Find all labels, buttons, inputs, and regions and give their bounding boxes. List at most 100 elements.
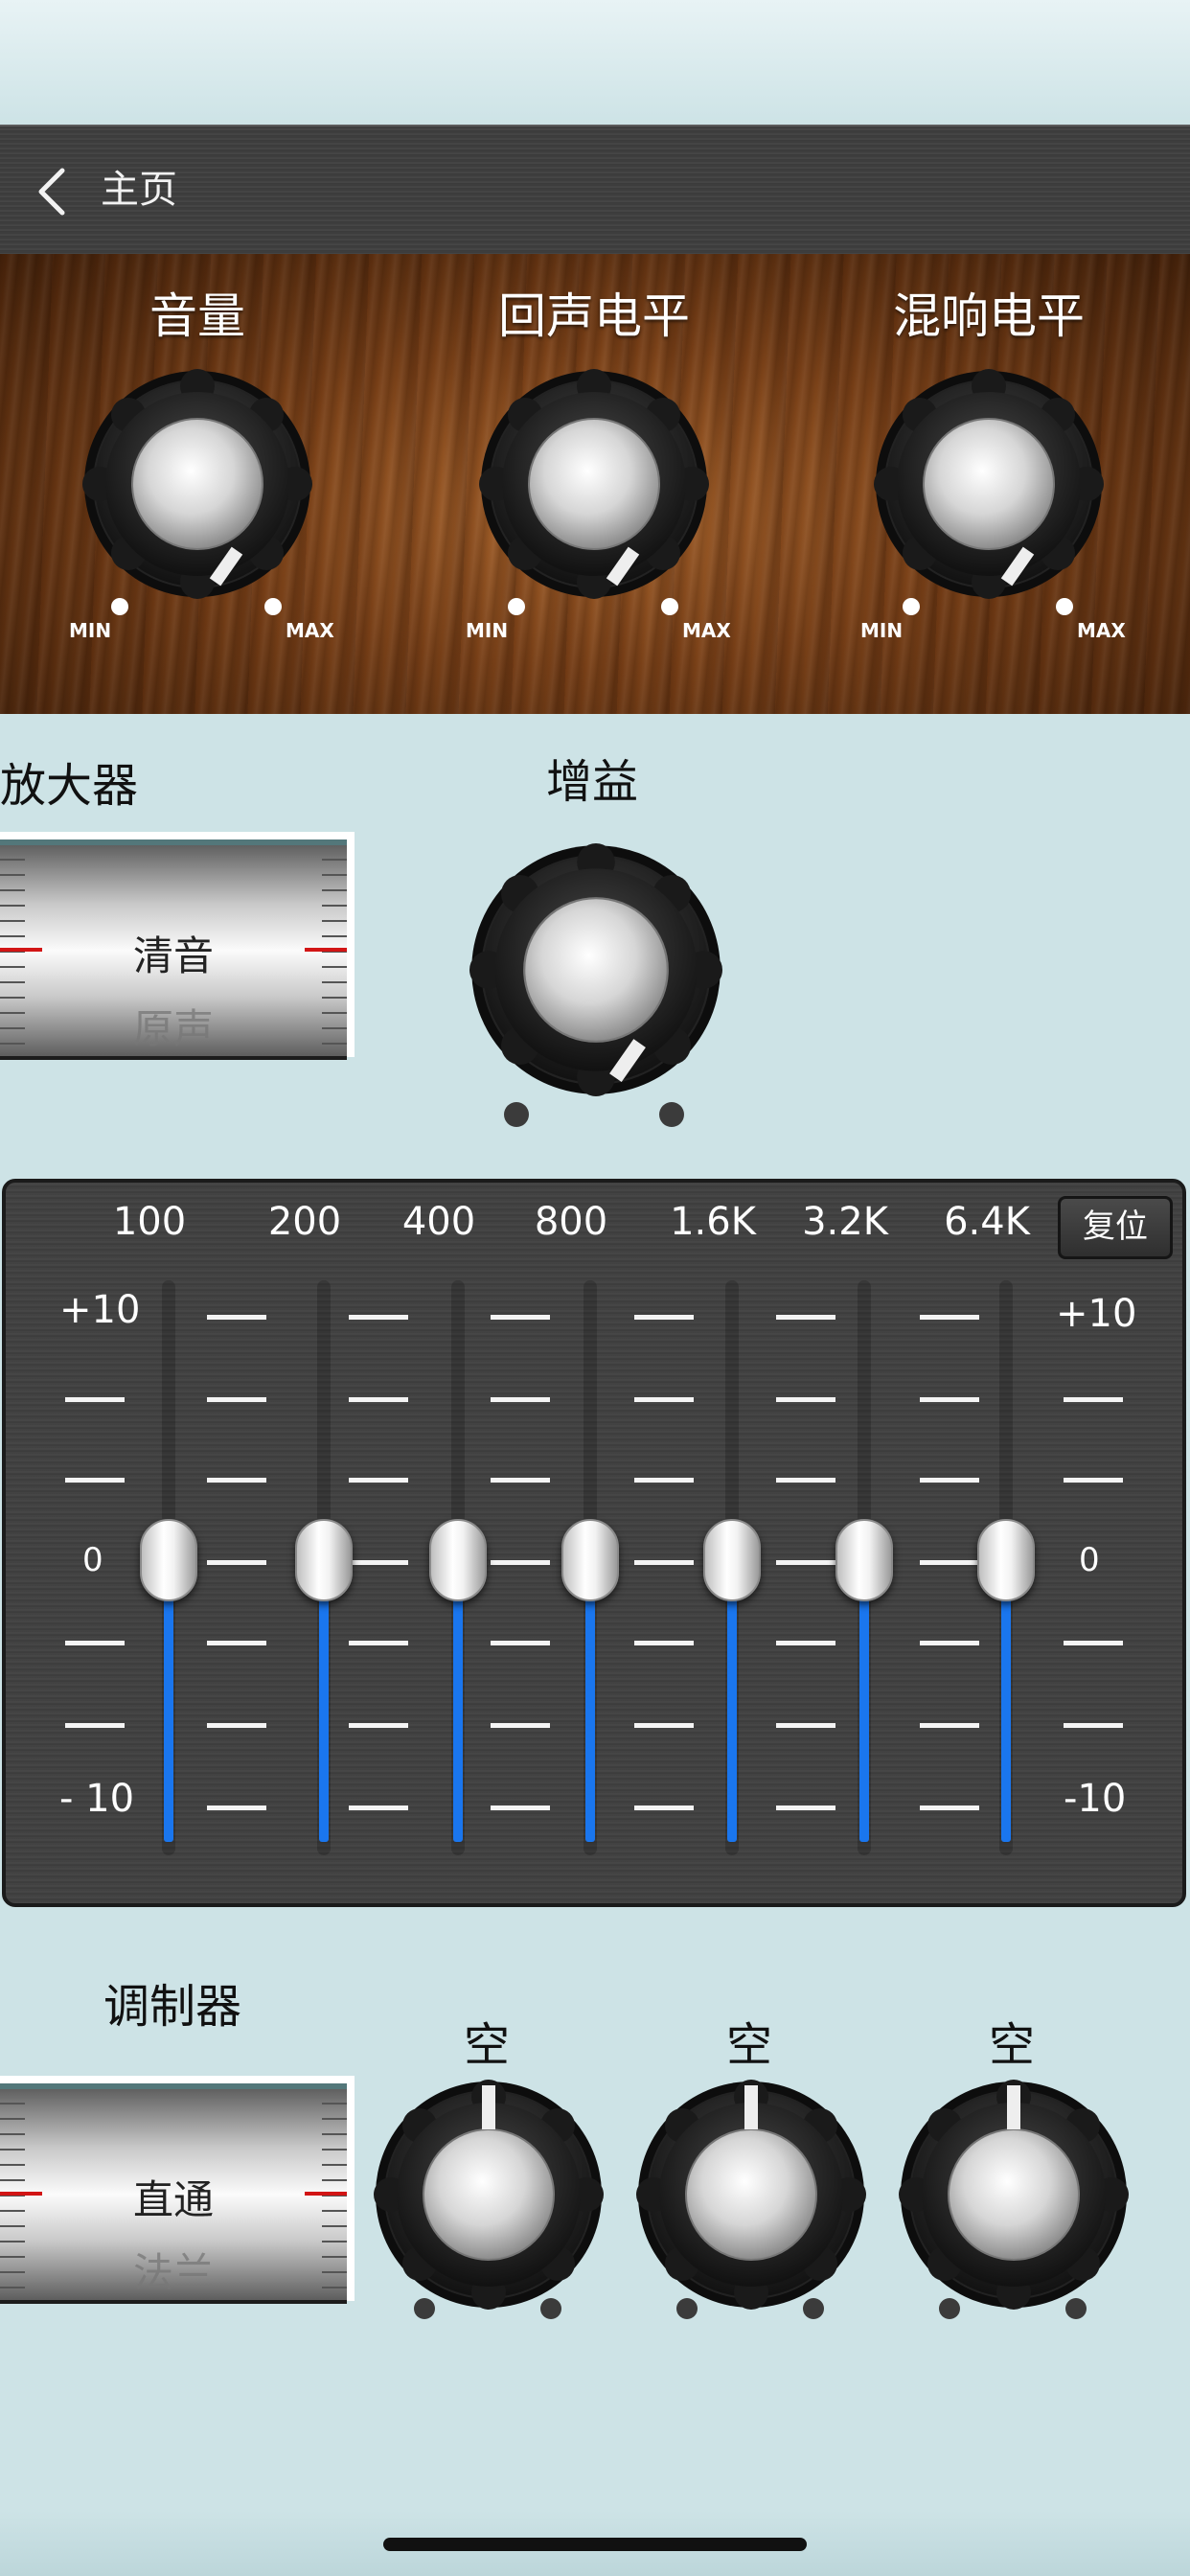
eq-tick-mark xyxy=(920,1478,979,1483)
amplifier-next-value: 原声 xyxy=(132,1005,214,1052)
eq-tick-mark xyxy=(349,1397,408,1402)
eq-scale-mid-right: 0 xyxy=(1079,1541,1100,1579)
eq-tick-mark xyxy=(634,1641,694,1645)
navigation-bar xyxy=(0,125,1190,258)
eq-slider-handle[interactable] xyxy=(835,1519,893,1601)
eq-tick-mark xyxy=(491,1397,550,1402)
eq-tick-mark xyxy=(1064,1478,1123,1483)
eq-tick-mark xyxy=(207,1478,266,1483)
eq-slider-handle[interactable] xyxy=(429,1519,487,1601)
mod-knob-2-min-dot xyxy=(676,2298,698,2319)
eq-slider-fill xyxy=(727,1560,737,1842)
amplifier-label: 放大器 xyxy=(0,759,139,813)
gain-min-dot xyxy=(504,1102,529,1127)
mod-knob-3-min-dot xyxy=(939,2298,960,2319)
reverb-level-knob[interactable] xyxy=(874,369,1104,599)
reverb-min-label: MIN xyxy=(860,619,904,642)
eq-tick-mark xyxy=(349,1560,408,1565)
gain-label: 增益 xyxy=(546,755,639,809)
eq-freq-label: 200 xyxy=(267,1200,342,1244)
eq-freq-label: 6.4K xyxy=(944,1200,1030,1244)
eq-tick-mark xyxy=(634,1723,694,1728)
modulator-label: 调制器 xyxy=(103,1980,242,2034)
eq-slider-handle[interactable] xyxy=(140,1519,197,1601)
eq-scale-top-left: +10 xyxy=(59,1288,141,1332)
mod-knob-3-label: 空 xyxy=(989,2018,1036,2072)
eq-tick-mark xyxy=(65,1723,125,1728)
eq-freq-label: 100 xyxy=(112,1200,187,1244)
home-indicator[interactable] xyxy=(383,2538,807,2551)
eq-tick-mark xyxy=(920,1560,979,1565)
eq-tick-mark xyxy=(207,1560,266,1565)
echo-min-dot xyxy=(508,598,525,615)
eq-tick-mark xyxy=(920,1641,979,1645)
eq-tick-mark xyxy=(1064,1723,1123,1728)
amplifier-selected-value: 清音 xyxy=(132,932,214,979)
echo-max-dot xyxy=(661,598,678,615)
page-title: 主页 xyxy=(101,168,177,212)
mod-knob-2[interactable] xyxy=(636,2080,866,2310)
mod-knob-3[interactable] xyxy=(899,2080,1129,2310)
eq-tick-mark xyxy=(491,1723,550,1728)
mod-knob-1-max-dot xyxy=(540,2298,561,2319)
eq-tick-mark xyxy=(776,1806,835,1810)
eq-tick-mark xyxy=(349,1641,408,1645)
volume-knob[interactable] xyxy=(82,369,312,599)
eq-tick-mark xyxy=(634,1397,694,1402)
volume-max-dot xyxy=(264,598,282,615)
eq-slider-fill xyxy=(164,1560,173,1842)
eq-tick-mark xyxy=(207,1315,266,1320)
gain-max-dot xyxy=(659,1102,684,1127)
volume-min-label: MIN xyxy=(69,619,112,642)
eq-tick-mark xyxy=(1064,1397,1123,1402)
eq-slider-handle[interactable] xyxy=(977,1519,1035,1601)
eq-slider-handle[interactable] xyxy=(295,1519,353,1601)
eq-scale-top-right: +10 xyxy=(1056,1292,1137,1336)
eq-tick-mark xyxy=(207,1641,266,1645)
mod-knob-1[interactable] xyxy=(374,2080,604,2310)
eq-tick-mark xyxy=(207,1397,266,1402)
echo-min-label: MIN xyxy=(466,619,509,642)
eq-tick-mark xyxy=(207,1723,266,1728)
eq-slider-handle[interactable] xyxy=(561,1519,619,1601)
eq-slider-fill xyxy=(585,1560,595,1842)
chevron-left-icon xyxy=(38,168,65,216)
eq-scale-bottom-right: -10 xyxy=(1064,1777,1127,1821)
echo-max-label: MAX xyxy=(682,619,731,642)
eq-tick-mark xyxy=(349,1315,408,1320)
eq-tick-mark xyxy=(491,1478,550,1483)
eq-tick-mark xyxy=(634,1315,694,1320)
volume-min-dot xyxy=(111,598,128,615)
reset-button[interactable]: 复位 xyxy=(1058,1196,1173,1259)
eq-tick-mark xyxy=(776,1478,835,1483)
eq-tick-mark xyxy=(491,1641,550,1645)
eq-slider-fill xyxy=(1001,1560,1011,1842)
eq-tick-mark xyxy=(634,1806,694,1810)
eq-freq-label: 1.6K xyxy=(670,1200,756,1244)
modulator-selector[interactable]: 直通 法兰 xyxy=(0,2076,355,2304)
eq-tick-mark xyxy=(65,1397,125,1402)
eq-tick-mark xyxy=(349,1478,408,1483)
eq-scale-bottom-left: - 10 xyxy=(59,1777,135,1821)
eq-tick-mark xyxy=(491,1315,550,1320)
eq-freq-label: 3.2K xyxy=(802,1200,888,1244)
gain-knob[interactable] xyxy=(469,843,722,1096)
eq-tick-mark xyxy=(65,1641,125,1645)
eq-slider-fill xyxy=(319,1560,329,1842)
eq-tick-mark xyxy=(776,1641,835,1645)
eq-tick-mark xyxy=(207,1806,266,1810)
modulator-next-value: 法兰 xyxy=(132,2249,214,2296)
eq-tick-mark xyxy=(776,1397,835,1402)
volume-max-label: MAX xyxy=(286,619,334,642)
amplifier-selector[interactable]: 清音 原声 xyxy=(0,832,355,1060)
back-button[interactable] xyxy=(19,158,86,225)
eq-tick-mark xyxy=(634,1478,694,1483)
mod-knob-2-label: 空 xyxy=(726,2018,773,2072)
mod-knob-1-min-dot xyxy=(414,2298,435,2319)
mod-knob-3-max-dot xyxy=(1065,2298,1087,2319)
eq-tick-mark xyxy=(1064,1641,1123,1645)
reverb-max-label: MAX xyxy=(1077,619,1126,642)
echo-level-knob[interactable] xyxy=(479,369,709,599)
eq-slider-handle[interactable] xyxy=(703,1519,761,1601)
eq-tick-mark xyxy=(491,1806,550,1810)
